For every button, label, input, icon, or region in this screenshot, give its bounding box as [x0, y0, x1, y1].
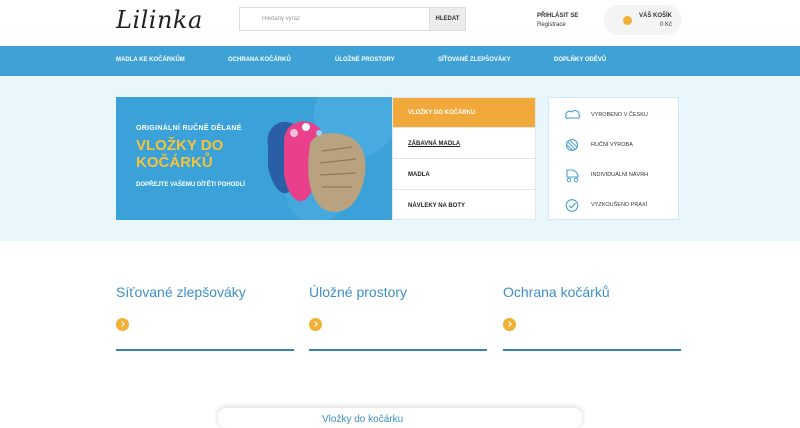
category-vlozky[interactable]: VLOŽKY DO KOČÁRKU	[393, 98, 535, 128]
nav-item-madla[interactable]: MADLA KE KOČÁRKŮM	[116, 57, 185, 63]
cart-label: VÁŠ KOŠÍK	[638, 13, 672, 19]
login-area: PŘIHLÁSIT SE Registrace	[537, 12, 578, 30]
nav-item-ulozne[interactable]: ÚLOŽNÉ PROSTORY	[335, 57, 395, 63]
nav-item-sitovane[interactable]: SÍŤOVANÉ ZLEPŠOVÁKY	[438, 57, 511, 63]
search-box: HLEDAT	[239, 7, 466, 31]
cloud-map-icon	[565, 110, 581, 119]
category-menu: VLOŽKY DO KOČÁRKU ZÁBAVNÁ MADLA MADLA NÁ…	[392, 97, 536, 220]
category-card-title: Úložné prostory	[309, 284, 408, 300]
benefits-box: VYROBENO V ČESKU RUČNÍ VÝROBA INDIVIDUÁL…	[548, 97, 679, 220]
nav-item-ochrana[interactable]: OCHRANA KOČÁRKŮ	[228, 57, 291, 63]
category-card-title: Ochrana kočárků	[503, 284, 610, 300]
chevron-right-icon[interactable]	[309, 318, 322, 331]
main-nav: MADLA KE KOČÁRKŮM OCHRANA KOČÁRKŮ ÚLOŽNÉ…	[0, 46, 800, 76]
category-navleky[interactable]: NÁVLEKY NA BOTY	[393, 191, 535, 221]
search-input[interactable]	[240, 8, 430, 30]
cart-button[interactable]: VÁŠ KOŠÍK 0 Kč	[604, 5, 682, 35]
register-link[interactable]: Registrace	[537, 22, 566, 28]
cart-amount: 0 Kč	[659, 22, 672, 28]
logo[interactable]: Lilinka	[116, 6, 203, 34]
benefit-item: INDIVIDUÁLNÍ NÁVRH	[549, 160, 678, 190]
yarn-icon	[565, 138, 579, 152]
stroller-liners-image	[267, 97, 392, 220]
check-circle-icon	[565, 199, 579, 212]
search-button[interactable]: HLEDAT	[429, 8, 465, 30]
benefit-item: RUČNÍ VÝROBA	[549, 130, 678, 160]
category-card-title: Síťované zlepšováky	[116, 284, 246, 300]
bottom-section-tab[interactable]: Vložky do kočárku	[218, 408, 582, 428]
category-card-sitovane[interactable]: Síťované zlepšováky	[116, 284, 294, 351]
category-card-ulozne[interactable]: Úložné prostory	[309, 284, 487, 351]
chevron-right-icon[interactable]	[116, 318, 129, 331]
bottom-section-title: Vložky do kočárku	[322, 414, 404, 425]
header: Lilinka HLEDAT PŘIHLÁSIT SE Registrace V…	[0, 0, 800, 46]
chevron-right-icon[interactable]	[503, 318, 516, 331]
category-zabavna-madla[interactable]: ZÁBAVNÁ MADLA	[393, 129, 535, 159]
stroller-icon	[566, 169, 579, 183]
cart-icon	[623, 16, 632, 25]
category-madla[interactable]: MADLA	[393, 160, 535, 190]
benefit-item: VYROBENO V ČESKU	[549, 100, 678, 130]
nav-item-doplnky[interactable]: DOPLŇKY ODĚVŮ	[554, 57, 606, 63]
benefit-item: VYZKOUŠENO PRAXÍ	[549, 190, 678, 220]
hero-banner[interactable]: ORIGINÁLNÍ RUČNĚ DĚLANÉ VLOŽKY DO KOČÁRK…	[116, 97, 392, 220]
login-link[interactable]: PŘIHLÁSIT SE	[537, 12, 578, 21]
category-card-ochrana[interactable]: Ochrana kočárků	[503, 284, 681, 351]
